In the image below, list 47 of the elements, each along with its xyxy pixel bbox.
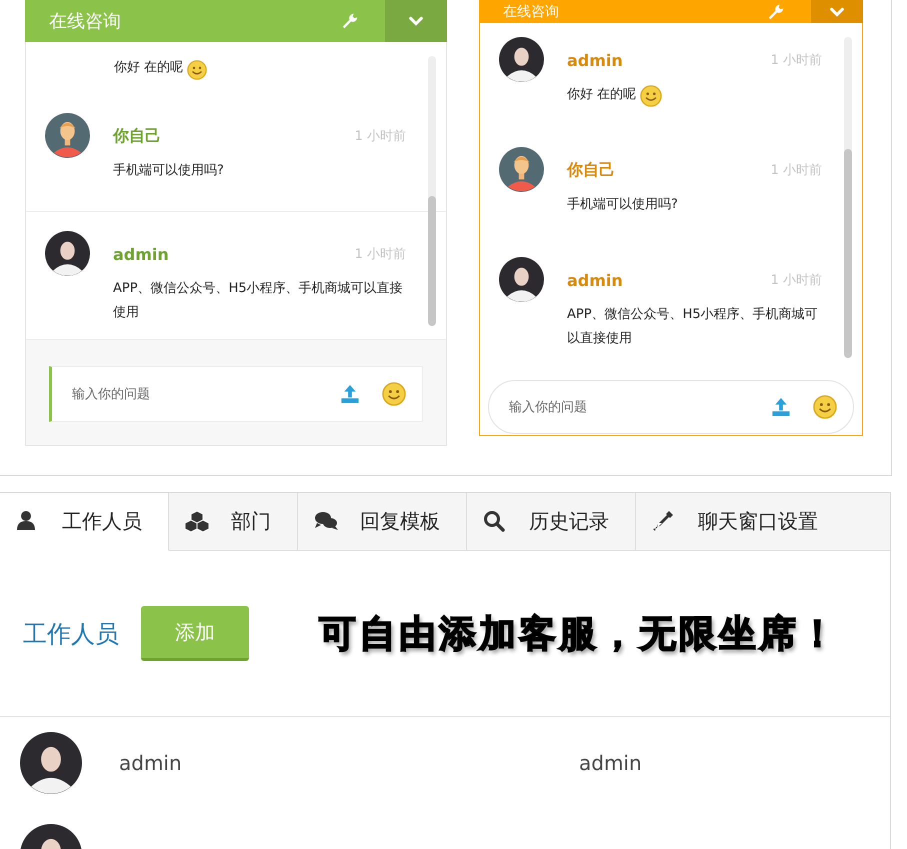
smiley-icon[interactable] [813,395,837,419]
collapse-button[interactable] [811,0,863,23]
scrollbar[interactable] [844,37,852,358]
tab[interactable]: 历史记录 [467,493,636,551]
staff-name: admin [119,751,183,775]
widget-title: 在线咨询 [49,10,122,33]
avatar-icon [499,147,544,192]
sender-name: admin [113,244,169,264]
message-time: 1 小时前 [354,246,406,263]
collapse-button[interactable] [385,0,447,42]
avatar-icon [45,113,90,158]
wrench-icon[interactable] [341,12,359,30]
tab[interactable]: 部门 [169,493,298,551]
promo-headline: 可自由添加客服，无限坐席！ [319,610,839,656]
message-input[interactable]: 输入你的问题 [70,386,318,402]
message-time: 1 小时前 [354,128,406,145]
section-title: 工作人员 [23,618,119,650]
avatar-icon [499,257,544,302]
message-text: APP、微信公众号、H5小程序、手机商城可以直接使用 [567,306,819,348]
sender-name: admin [567,270,623,290]
message-text: 手机端可以使用吗? [113,162,224,180]
sender-name: 你自己 [567,160,615,180]
avatar-icon [499,37,544,82]
avatar-icon [20,732,82,794]
message-text: 你好 在的呢 [567,86,636,104]
sender-name: 你自己 [113,126,161,146]
message-time: 1 小时前 [770,272,822,289]
upload-icon[interactable] [771,397,791,417]
message-text: APP、微信公众号、H5小程序、手机商城可以直接使用 [113,280,404,322]
message-text: 你好 在的呢 [114,59,184,77]
scrollbar[interactable] [428,56,436,326]
widget-title: 在线咨询 [503,2,560,20]
avatar-icon [45,231,90,276]
search-icon [483,510,507,534]
message-time: 1 小时前 [770,162,822,179]
message-time: 1 小时前 [770,52,822,69]
staff-account: admin [579,751,642,775]
cubes-icon [185,510,209,534]
eyedropper-icon [652,510,676,534]
smiley-icon[interactable] [382,382,406,406]
tab[interactable]: 回复模板 [298,493,467,551]
sender-name: admin [567,50,623,70]
wrench-icon[interactable] [767,2,785,20]
message-input[interactable]: 输入你的问题 [507,398,749,416]
tab[interactable]: 聊天窗口设置 [636,493,890,551]
upload-icon[interactable] [340,384,360,404]
message-text: 手机端可以使用吗? [567,196,678,214]
